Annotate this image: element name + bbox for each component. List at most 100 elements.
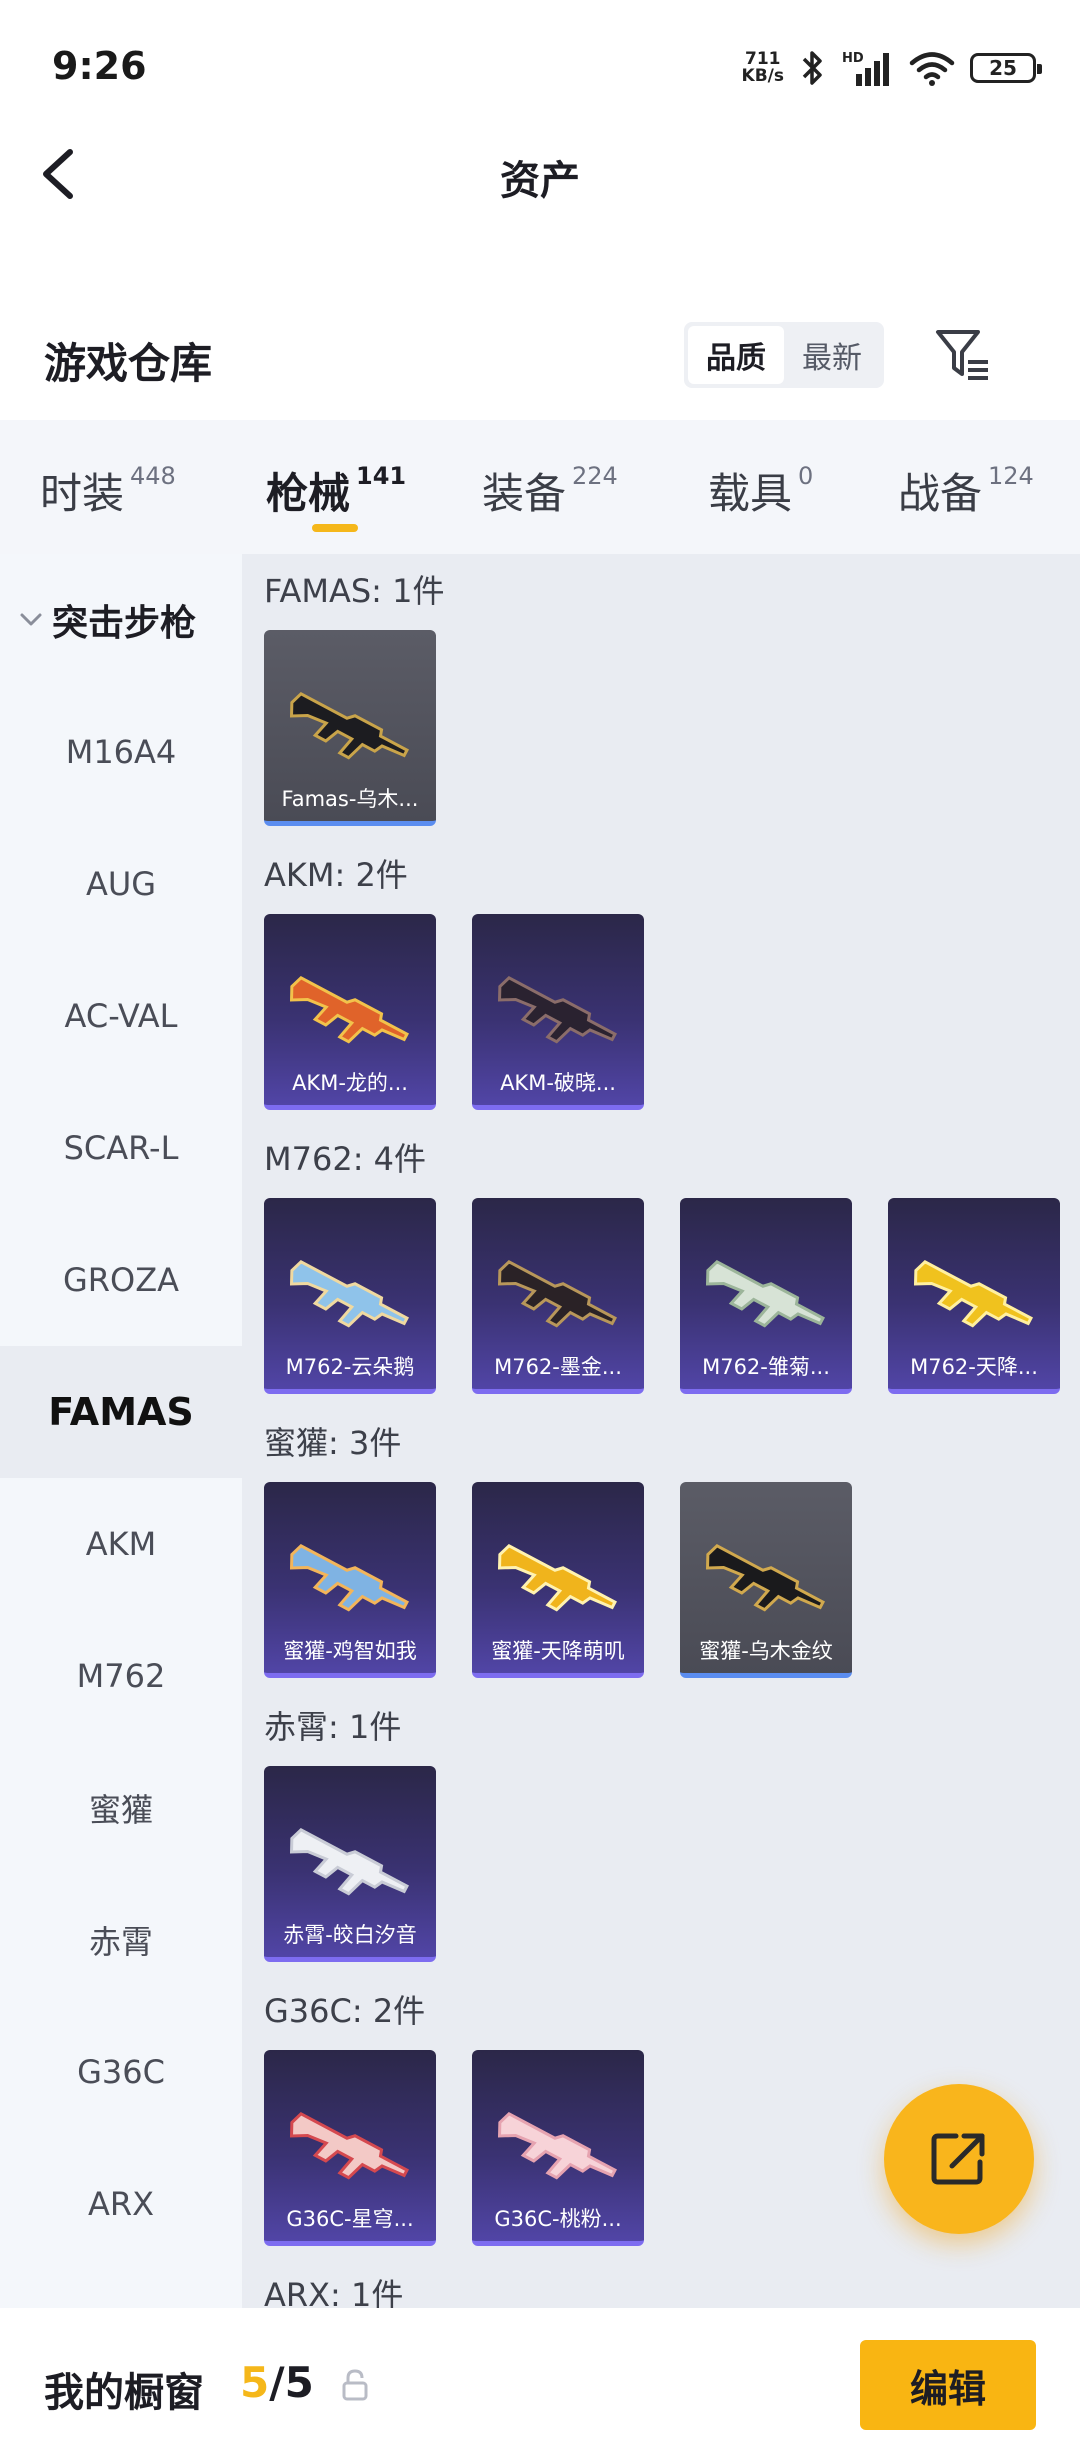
tab-equipment[interactable]: 装备 224: [482, 460, 618, 521]
skin-card[interactable]: 赤霄-皎白汐音: [264, 1766, 436, 1962]
weapon-image: [282, 685, 412, 772]
sidebar-section-label: 突击步枪: [52, 603, 197, 644]
skin-name: 蜜獾-乌木金纹: [699, 1639, 833, 1663]
skin-card[interactable]: G36C-星穹...: [264, 2050, 436, 2246]
sort-newest-button[interactable]: 最新: [784, 326, 880, 384]
skin-card[interactable]: M762-天降...: [888, 1198, 1060, 1394]
showcase-separator: /: [269, 2358, 285, 2407]
battery-icon: 25: [970, 53, 1042, 83]
signal-icon: HD: [842, 51, 889, 86]
weapon-image: [906, 1253, 1036, 1340]
skin-card[interactable]: 蜜獾-天降萌叽: [472, 1482, 644, 1678]
skin-name: 赤霄-皎白汐音: [283, 1923, 417, 1947]
sidebar-item[interactable]: 蜜獾: [0, 1742, 242, 1874]
showcase-bar: 我的橱窗 5/5 编辑: [0, 2308, 1080, 2460]
network-speed-unit: KB/s: [741, 66, 784, 86]
skin-card[interactable]: M762-墨金...: [472, 1198, 644, 1394]
hd-label: HD: [842, 51, 864, 66]
status-icons: 711 KB/s HD 25: [742, 44, 1042, 92]
skin-name: G36C-星穹...: [286, 2207, 414, 2231]
weapon-image: [282, 2105, 412, 2192]
sort-quality-button[interactable]: 品质: [688, 326, 784, 384]
page-title: 资产: [500, 158, 580, 204]
weapon-image: [490, 1537, 620, 1624]
status-time: 9:26: [52, 44, 147, 88]
showcase-current: 5: [240, 2358, 270, 2407]
showcase-label: 我的橱窗: [44, 2370, 204, 2416]
skin-name: Famas-乌木...: [281, 787, 419, 811]
skin-name: AKM-龙的...: [292, 1071, 408, 1095]
sidebar-item-active[interactable]: FAMAS: [0, 1346, 242, 1478]
battery-level: 25: [989, 56, 1017, 80]
app-header: 资产: [0, 120, 1080, 230]
skin-card[interactable]: G36C-桃粉...: [472, 2050, 644, 2246]
tab-vehicles[interactable]: 载具 0: [708, 460, 813, 521]
sidebar-item[interactable]: G36C: [0, 2006, 242, 2138]
tab-count: 448: [130, 462, 176, 490]
skin-name: G36C-桃粉...: [494, 2207, 622, 2231]
external-link-icon: [931, 2133, 985, 2185]
skin-card[interactable]: AKM-破晓...: [472, 914, 644, 1110]
weapon-image: [282, 969, 412, 1056]
tab-label: 装备: [482, 469, 567, 518]
category-tabs: 时装 448 枪械 141 装备 224 载具 0 战备 124: [0, 420, 1080, 554]
skin-name: M762-墨金...: [494, 1355, 622, 1379]
tab-count: 141: [356, 462, 407, 490]
skin-name: M762-天降...: [910, 1355, 1038, 1379]
weapon-list: FAMAS: 1件 Famas-乌木... AKM: 2件 AKM-龙的... …: [242, 554, 1080, 2308]
wifi-icon: [909, 52, 955, 86]
showcase-total: 5: [284, 2358, 314, 2407]
sidebar-item[interactable]: 赤霄: [0, 1874, 242, 2006]
sidebar-item[interactable]: AUG: [0, 818, 242, 950]
bluetooth-icon: [802, 51, 822, 85]
weapon-image: [282, 1253, 412, 1340]
group-title: G36C: 2件: [264, 1992, 426, 2030]
sidebar-item[interactable]: M16A4: [0, 686, 242, 818]
tab-count: 224: [572, 462, 618, 490]
sidebar-item[interactable]: GROZA: [0, 1214, 242, 1346]
weapon-image: [698, 1537, 828, 1624]
sidebar-item[interactable]: AKM: [0, 1478, 242, 1610]
share-button[interactable]: [884, 2084, 1034, 2234]
skin-card[interactable]: AKM-龙的...: [264, 914, 436, 1110]
tab-count: 0: [798, 462, 814, 490]
sidebar-item[interactable]: AC-VAL: [0, 950, 242, 1082]
group-title: M762: 4件: [264, 1140, 427, 1178]
sort-toggle: 品质 最新: [684, 322, 884, 388]
skin-card[interactable]: 蜜獾-鸡智如我: [264, 1482, 436, 1678]
skin-card[interactable]: 蜜獾-乌木金纹: [680, 1482, 852, 1678]
weapon-type-sidebar: 突击步枪 M16A4 AUG AC-VAL SCAR-L GROZA FAMAS…: [0, 554, 242, 2308]
group-title: FAMAS: 1件: [264, 572, 445, 610]
skin-name: M762-云朵鹅: [285, 1355, 415, 1379]
weapon-image: [698, 1253, 828, 1340]
edit-button[interactable]: 编辑: [860, 2340, 1036, 2430]
skin-name: 蜜獾-天降萌叽: [491, 1639, 625, 1663]
sidebar-item[interactable]: M762: [0, 1610, 242, 1742]
tab-combat-gear[interactable]: 战备 124: [898, 460, 1034, 521]
skin-name: AKM-破晓...: [500, 1071, 616, 1095]
weapon-image: [490, 1253, 620, 1340]
sidebar-item[interactable]: ARX: [0, 2138, 242, 2270]
group-title: 蜜獾: 3件: [264, 1424, 402, 1462]
warehouse-title: 游戏仓库: [44, 339, 213, 388]
skin-card[interactable]: Famas-乌木...: [264, 630, 436, 826]
weapon-image: [490, 2105, 620, 2192]
status-bar: 9:26 711 KB/s HD 25: [0, 0, 1080, 140]
sidebar-item[interactable]: SCAR-L: [0, 1082, 242, 1214]
group-title: ARX: 1件: [264, 2276, 404, 2308]
tab-fashion[interactable]: 时装 448: [40, 460, 176, 521]
network-speed: 711 KB/s: [742, 51, 784, 85]
skin-name: 蜜獾-鸡智如我: [283, 1639, 417, 1663]
skin-card[interactable]: M762-雏菊...: [680, 1198, 852, 1394]
tab-label: 载具: [708, 469, 793, 518]
tab-label: 时装: [40, 469, 125, 518]
tab-firearms[interactable]: 枪械 141: [266, 460, 406, 521]
filter-list-icon[interactable]: [932, 322, 996, 386]
active-tab-indicator: [312, 524, 358, 532]
sidebar-section-assault-rifles[interactable]: 突击步枪: [18, 594, 196, 646]
tab-label: 枪械: [266, 469, 351, 518]
tab-count: 124: [988, 462, 1034, 490]
skin-card[interactable]: M762-云朵鹅: [264, 1198, 436, 1394]
group-title: 赤霄: 1件: [264, 1708, 402, 1746]
weapon-image: [282, 1821, 412, 1908]
